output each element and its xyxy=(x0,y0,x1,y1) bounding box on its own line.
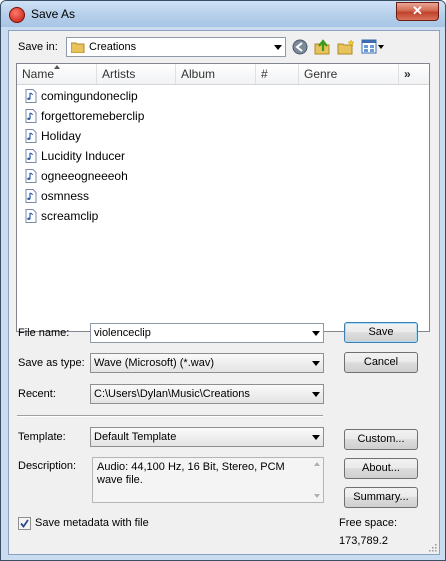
view-menu-icon[interactable] xyxy=(361,39,385,55)
recent-select[interactable]: C:\Users\Dylan\Music\Creations xyxy=(90,384,324,404)
audio-file-icon xyxy=(25,189,37,203)
column-artists[interactable]: Artists xyxy=(97,64,176,84)
window-title: Save As xyxy=(31,7,76,21)
description-label: Description: xyxy=(18,460,77,472)
new-folder-icon[interactable] xyxy=(337,39,355,55)
save-as-dialog: Save As ✕ Save in: Creations Name Artist… xyxy=(0,0,446,561)
chevron-down-icon xyxy=(312,361,320,366)
more-columns-button[interactable]: » xyxy=(399,64,429,84)
chevron-down-icon xyxy=(312,392,320,397)
app-icon xyxy=(9,7,25,23)
column-album[interactable]: Album xyxy=(176,64,256,84)
file-name: Lucidity Inducer xyxy=(41,149,126,163)
file-name: comingundoneclip xyxy=(41,89,138,103)
scroll-up-icon[interactable] xyxy=(314,462,320,466)
chevron-down-icon xyxy=(274,45,282,50)
save-metadata-label[interactable]: Save metadata with file xyxy=(35,517,149,529)
chevron-down-icon xyxy=(312,435,320,440)
file-list[interactable]: Name Artists Album # Genre » comingundon… xyxy=(16,63,430,332)
column-genre[interactable]: Genre xyxy=(299,64,399,84)
audio-file-icon xyxy=(25,169,37,183)
resize-grip-icon[interactable] xyxy=(427,542,437,552)
free-space-value: 173,789.2 xyxy=(339,535,388,547)
recent-label: Recent: xyxy=(18,388,56,400)
file-name-input[interactable]: violenceclip xyxy=(90,323,324,343)
custom-button[interactable]: Custom... xyxy=(344,429,418,450)
free-space-label: Free space: xyxy=(339,517,398,529)
dialog-body: Save in: Creations Name Artists Album # … xyxy=(8,30,440,555)
template-label: Template: xyxy=(18,431,66,443)
audio-file-icon xyxy=(25,149,37,163)
audio-file-icon xyxy=(25,209,37,223)
description-text: Audio: 44,100 Hz, 16 Bit, Stereo, PCM wa… xyxy=(97,461,285,486)
file-name-label: File name: xyxy=(18,327,70,339)
file-name: osmness xyxy=(41,189,90,203)
about-button[interactable]: About... xyxy=(344,458,418,479)
chevron-down-icon[interactable] xyxy=(312,331,320,336)
file-name: Holiday xyxy=(41,129,82,143)
sort-ascending-icon xyxy=(54,65,60,69)
column-name[interactable]: Name xyxy=(17,64,97,84)
cancel-button[interactable]: Cancel xyxy=(344,352,418,373)
close-button[interactable]: ✕ xyxy=(396,2,439,21)
folder-icon xyxy=(71,42,85,53)
save-in-value: Creations xyxy=(89,41,137,53)
description-box[interactable]: Audio: 44,100 Hz, 16 Bit, Stereo, PCM wa… xyxy=(92,457,324,503)
title-bar[interactable]: Save As ✕ xyxy=(1,1,445,27)
save-as-type-label: Save as type: xyxy=(18,357,85,369)
audio-file-icon xyxy=(25,129,37,143)
template-select[interactable]: Default Template xyxy=(90,427,324,447)
column-header-row: Name Artists Album # Genre » xyxy=(17,64,429,85)
file-name: ogneeogneeeoh xyxy=(41,169,128,183)
save-metadata-checkbox[interactable] xyxy=(18,517,31,530)
file-name: screamclip xyxy=(41,209,99,223)
scroll-down-icon[interactable] xyxy=(314,494,320,498)
audio-file-icon xyxy=(25,109,37,123)
save-button[interactable]: Save xyxy=(344,322,418,343)
checkmark-icon xyxy=(20,519,29,528)
divider xyxy=(17,415,323,417)
file-name: forgettoremeberclip xyxy=(41,109,145,123)
up-folder-icon[interactable] xyxy=(314,39,330,55)
save-in-label: Save in: xyxy=(18,41,58,53)
summary-button[interactable]: Summary... xyxy=(344,487,418,508)
save-in-combo[interactable]: Creations xyxy=(66,37,286,57)
save-as-type-select[interactable]: Wave (Microsoft) (*.wav) xyxy=(90,353,324,373)
back-icon[interactable] xyxy=(292,39,308,55)
audio-file-icon xyxy=(25,89,37,103)
column-track-number[interactable]: # xyxy=(256,64,299,84)
